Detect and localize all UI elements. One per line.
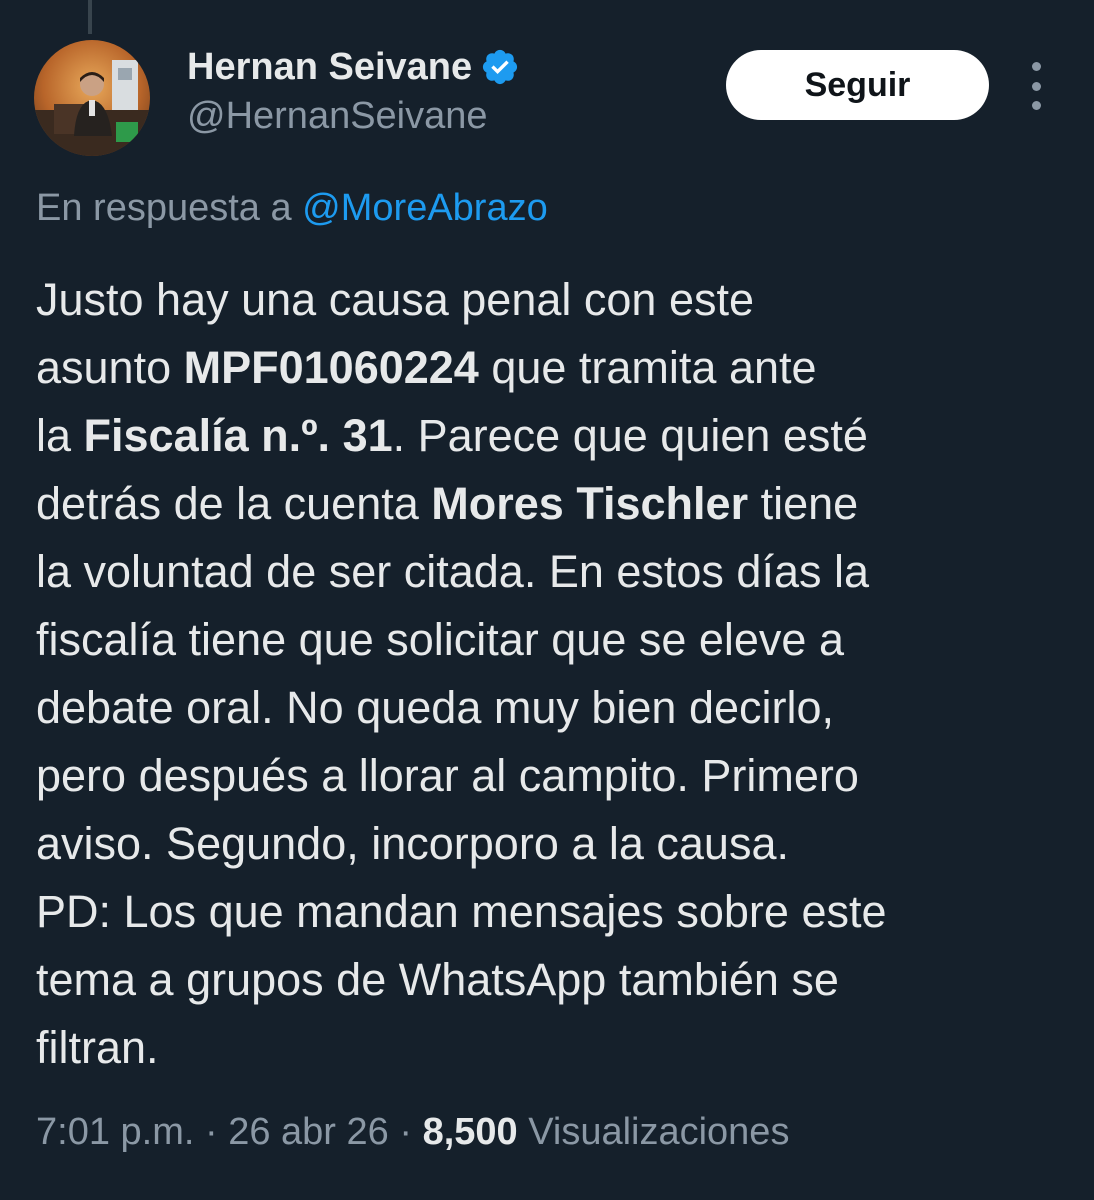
more-options-icon[interactable] <box>1020 62 1052 110</box>
tweet-text-segment: fiscalía tiene que solicitar que se elev… <box>36 614 844 665</box>
author-display-name[interactable]: Hernan Seivane <box>187 46 472 89</box>
meta-separator: · <box>388 1111 423 1153</box>
reply-mention-link[interactable]: @MoreAbrazo <box>302 187 548 229</box>
tweet-text-segment: filtran. <box>36 1022 159 1073</box>
tweet-text-segment: . Parece que quien esté <box>392 410 868 461</box>
tweet-line: debate oral. No queda muy bien decirlo, <box>36 674 1066 742</box>
tweet-date[interactable]: 26 abr 26 <box>228 1111 389 1153</box>
tweet-text-segment: la <box>36 410 84 461</box>
tweet-line: PD: Los que mandan mensajes sobre este <box>36 878 1066 946</box>
tweet-text-segment: que tramita ante <box>478 342 817 393</box>
avatar-photo <box>34 40 150 156</box>
tweet-line: aviso. Segundo, incorporo a la causa. <box>36 810 1066 878</box>
verified-badge-icon <box>480 47 520 87</box>
tweet-text-segment: tiene <box>748 478 859 529</box>
avatar[interactable] <box>34 40 150 156</box>
tweet-meta: 7:01 p.m. · 26 abr 26 · 8,500 Visualizac… <box>36 1111 789 1154</box>
more-options-dot <box>1031 81 1041 91</box>
tweet-text-segment: asunto <box>36 342 184 393</box>
tweet-line: la Fiscalía n.º. 31. Parece que quien es… <box>36 402 1066 470</box>
tweet-line: pero después a llorar al campito. Primer… <box>36 742 1066 810</box>
tweet-line: tema a grupos de WhatsApp también se <box>36 946 1066 1014</box>
follow-button[interactable]: Seguir <box>726 50 989 120</box>
reply-context: En respuesta a @MoreAbrazo <box>36 187 548 230</box>
more-options-dot <box>1031 62 1041 71</box>
tweet-line: asunto MPF01060224 que tramita ante <box>36 334 1066 402</box>
tweet-text-segment: pero después a llorar al campito. Primer… <box>36 750 859 801</box>
author-name-row: Hernan Seivane <box>187 44 520 90</box>
author-handle[interactable]: @HernanSeivane <box>187 95 488 138</box>
tweet-text-segment: la voluntad de ser citada. En estos días… <box>36 546 870 597</box>
tweet-text-segment: aviso. Segundo, incorporo a la causa. <box>36 818 789 869</box>
tweet-line: filtran. <box>36 1014 1066 1082</box>
tweet-text: Justo hay una causa penal con este asunto… <box>36 266 1066 1082</box>
tweet-text-segment: debate oral. No queda muy bien decirlo, <box>36 682 835 733</box>
thread-connector-line <box>88 0 92 34</box>
more-options-dot <box>1031 101 1041 110</box>
tweet-text-bold: Mores Tischler <box>431 478 749 529</box>
tweet-text-segment: PD: Los que mandan mensajes sobre este <box>36 886 887 937</box>
tweet-time[interactable]: 7:01 p.m. <box>36 1111 194 1153</box>
views-label: Visualizaciones <box>517 1111 790 1153</box>
tweet-text-bold: Fiscalía n.º. 31 <box>83 410 393 461</box>
tweet-line: fiscalía tiene que solicitar que se elev… <box>36 606 1066 674</box>
tweet-text-bold: MPF01060224 <box>183 342 479 393</box>
tweet-text-segment: Justo hay una causa penal con este <box>36 274 755 325</box>
tweet-line: la voluntad de ser citada. En estos días… <box>36 538 1066 606</box>
tweet-text-segment: tema a grupos de WhatsApp también se <box>36 954 839 1005</box>
meta-separator: · <box>194 1111 229 1153</box>
tweet-line: detrás de la cuenta Mores Tischler tiene <box>36 470 1066 538</box>
tweet-text-segment: detrás de la cuenta <box>36 478 432 529</box>
views-count: 8,500 <box>422 1111 518 1153</box>
reply-prefix: En respuesta a <box>36 187 292 229</box>
tweet-line: Justo hay una causa penal con este <box>36 266 1066 334</box>
